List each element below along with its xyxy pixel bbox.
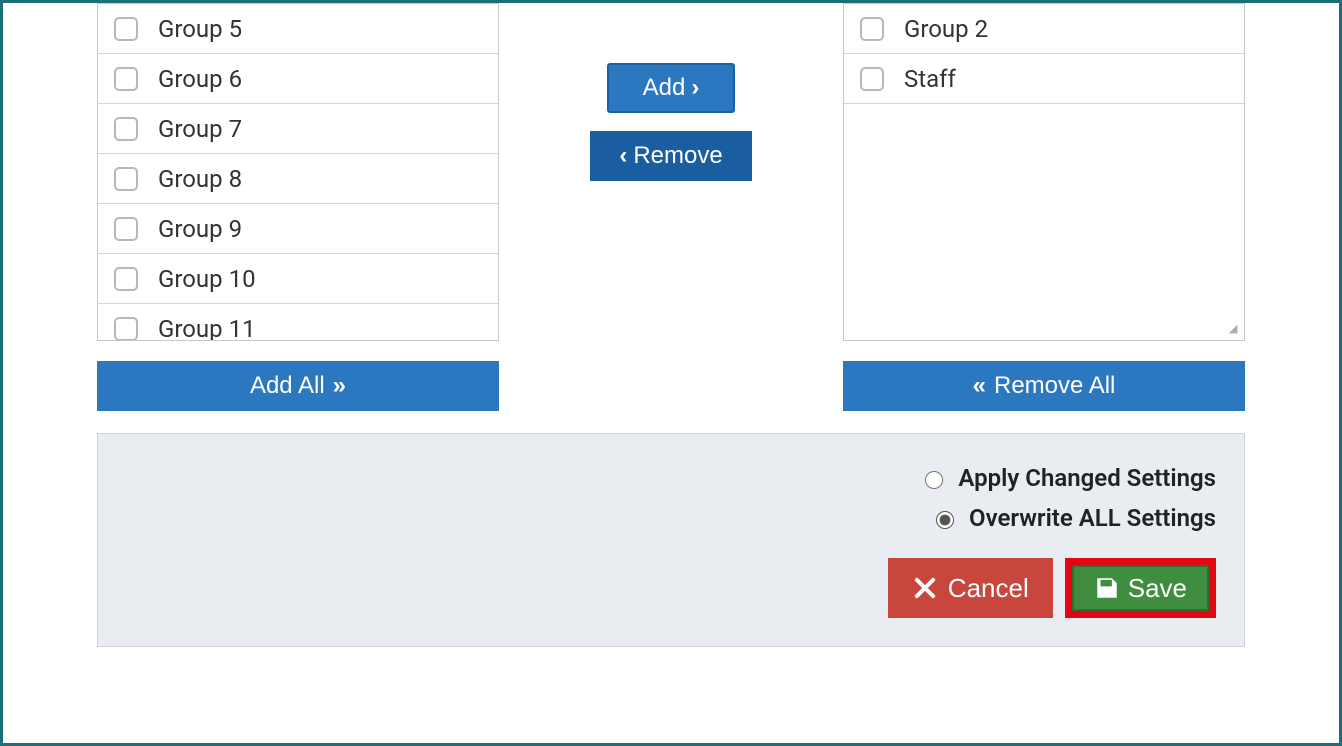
list-item[interactable]: Group 2 — [844, 4, 1244, 54]
double-chevron-left-icon: « — [973, 372, 986, 400]
transfer-buttons: Add › ‹ Remove — [541, 63, 801, 181]
list-item-label: Staff — [904, 65, 956, 93]
apply-changed-radio[interactable] — [925, 471, 943, 489]
add-all-button[interactable]: Add All » — [97, 361, 499, 411]
cancel-button[interactable]: Cancel — [888, 558, 1053, 618]
list-item[interactable]: Group 7 — [98, 104, 498, 154]
apply-changed-radio-row[interactable]: Apply Changed Settings — [920, 464, 1216, 492]
list-item[interactable]: Group 8 — [98, 154, 498, 204]
list-item[interactable]: Staff — [844, 54, 1244, 104]
add-label: Add — [643, 74, 686, 102]
content-area: Group 5 Group 6 Group 7 Group 8 — [17, 3, 1325, 743]
chevron-right-icon: › — [691, 74, 699, 102]
save-icon — [1094, 575, 1120, 601]
list-item-label: Group 2 — [904, 15, 988, 43]
overwrite-all-label: Overwrite ALL Settings — [969, 504, 1216, 532]
double-chevron-right-icon: » — [333, 372, 346, 400]
checkbox[interactable] — [114, 167, 138, 191]
list-item[interactable]: Group 10 — [98, 254, 498, 304]
save-highlight: Save — [1065, 558, 1216, 618]
list-item-label: Group 7 — [158, 115, 242, 143]
available-listbox[interactable]: Group 5 Group 6 Group 7 Group 8 — [97, 3, 499, 341]
overwrite-all-radio-row[interactable]: Overwrite ALL Settings — [931, 504, 1216, 532]
cancel-label: Cancel — [948, 573, 1029, 604]
chevron-left-icon: ‹ — [619, 142, 627, 170]
add-button[interactable]: Add › — [607, 63, 735, 113]
close-icon — [912, 575, 938, 601]
checkbox[interactable] — [114, 267, 138, 291]
save-button[interactable]: Save — [1072, 565, 1209, 611]
footer-bar: Apply Changed Settings Overwrite ALL Set… — [97, 433, 1245, 647]
selected-listbox[interactable]: Group 2 Staff — [843, 3, 1245, 341]
list-item-label: Group 9 — [158, 215, 242, 243]
remove-label: Remove — [633, 142, 722, 170]
list-item[interactable]: Group 9 — [98, 204, 498, 254]
available-panel: Group 5 Group 6 Group 7 Group 8 — [97, 3, 499, 411]
checkbox[interactable] — [114, 217, 138, 241]
list-item-label: Group 8 — [158, 165, 242, 193]
list-item[interactable]: Group 11 — [98, 304, 498, 341]
checkbox[interactable] — [114, 117, 138, 141]
save-label: Save — [1128, 573, 1187, 604]
checkbox[interactable] — [860, 17, 884, 41]
checkbox[interactable] — [114, 67, 138, 91]
remove-all-button[interactable]: « Remove All — [843, 361, 1245, 411]
checkbox[interactable] — [114, 317, 138, 341]
list-item-label: Group 6 — [158, 65, 242, 93]
window-frame: Group 5 Group 6 Group 7 Group 8 — [0, 0, 1342, 746]
remove-all-label: Remove All — [994, 372, 1115, 400]
checkbox[interactable] — [114, 17, 138, 41]
resize-grip-icon — [1229, 325, 1238, 334]
checkbox[interactable] — [860, 67, 884, 91]
remove-button[interactable]: ‹ Remove — [590, 131, 752, 181]
selected-panel: Group 2 Staff « Remove All — [843, 3, 1245, 411]
list-item-label: Group 10 — [158, 265, 256, 293]
footer-buttons: Cancel Save — [888, 558, 1216, 618]
list-item-label: Group 11 — [158, 315, 256, 342]
overwrite-all-radio[interactable] — [936, 511, 954, 529]
dual-list-picker: Group 5 Group 6 Group 7 Group 8 — [97, 3, 1245, 411]
apply-changed-label: Apply Changed Settings — [958, 464, 1216, 492]
list-item-label: Group 5 — [158, 15, 242, 43]
list-item[interactable]: Group 5 — [98, 4, 498, 54]
list-item[interactable]: Group 6 — [98, 54, 498, 104]
add-all-label: Add All — [250, 372, 325, 400]
